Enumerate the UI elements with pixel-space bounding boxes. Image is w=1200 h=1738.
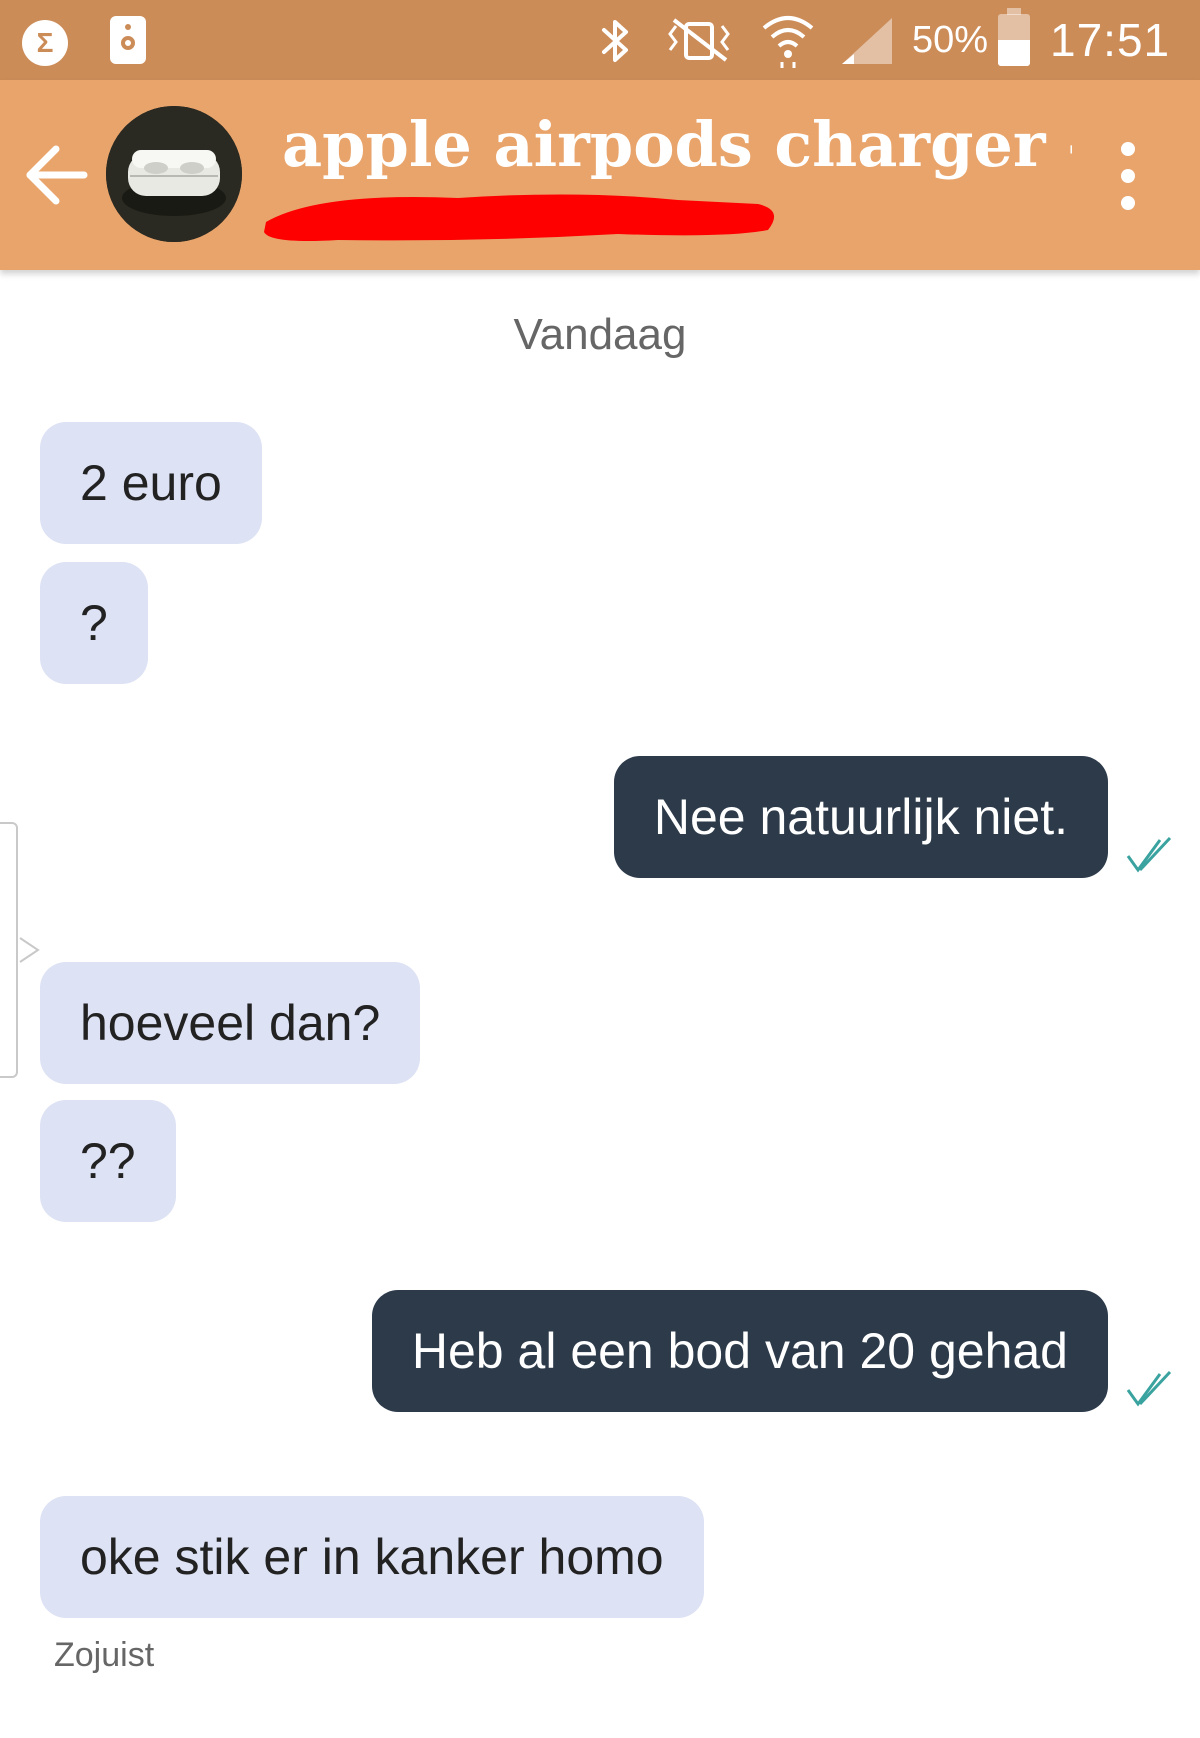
battery-icon (998, 14, 1030, 66)
message-bubble-outgoing[interactable]: Heb al een bod van 20 gehad (371, 1290, 1108, 1412)
arrow-left-icon (26, 145, 88, 205)
airpods-case-thumbnail (106, 106, 242, 242)
message-bubble-incoming[interactable]: oke stik er in kanker homo (40, 1496, 704, 1618)
speaker-icon (110, 16, 146, 64)
redaction-scribble (264, 194, 775, 241)
date-separator: Vandaag (513, 310, 687, 359)
message-timestamp: Zojuist (54, 1636, 155, 1674)
read-checkmark-icon (1126, 836, 1172, 873)
chevron-right-icon (19, 937, 40, 963)
message-bubble-outgoing[interactable]: Nee natuurlijk niet. (613, 756, 1108, 878)
clock: 17:51 (1050, 14, 1171, 66)
message-bubble-incoming[interactable]: ? (40, 562, 148, 684)
more-vertical-icon (1121, 142, 1135, 156)
read-checkmark-icon (1126, 1370, 1172, 1407)
wifi-icon (762, 16, 814, 68)
battery-percentage: 50% (912, 19, 989, 61)
message-bubble-incoming[interactable]: ?? (40, 1100, 176, 1222)
signal-icon (842, 18, 892, 64)
sigma-icon: Σ (22, 20, 68, 66)
back-button[interactable] (18, 130, 108, 220)
message-bubble-incoming[interactable]: hoeveel dan? (40, 962, 421, 1084)
listing-title[interactable]: apple airpods charger -... (282, 108, 1072, 181)
vibrate-muted-icon (668, 18, 730, 62)
message-bubble-incoming[interactable]: 2 euro (40, 422, 262, 544)
avatar[interactable] (106, 106, 242, 242)
bluetooth-icon (602, 20, 628, 62)
battery-fill (998, 40, 1030, 66)
message-list[interactable]: Vandaag 2 euro ? Nee natuurlijk niet. ho… (0, 270, 1200, 1738)
status-bar: Σ 50% 17:51 (0, 0, 1200, 80)
more-menu-button[interactable] (1105, 142, 1151, 218)
chat-header: apple airpods charger -... (0, 80, 1200, 270)
